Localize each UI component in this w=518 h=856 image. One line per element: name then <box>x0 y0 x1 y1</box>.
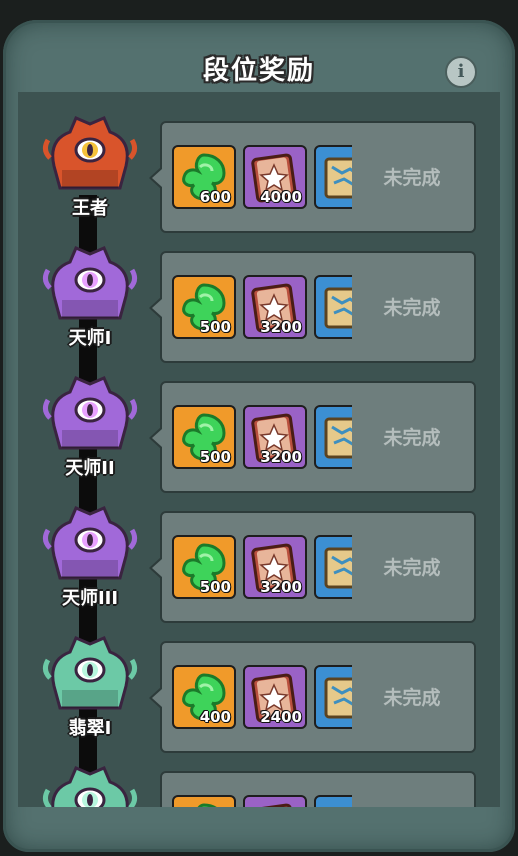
tier-row: 翡翠I 400 2400 50 未完成 <box>18 620 500 753</box>
reward-item[interactable]: 60 <box>314 405 352 469</box>
reward-quantity: 3200 <box>260 448 302 466</box>
completion-status: 未完成 <box>383 167 441 189</box>
reward-items[interactable]: 400 2400 50 <box>172 665 352 731</box>
reward-quantity: 3200 <box>260 578 302 596</box>
reward-item[interactable]: 3200 <box>243 405 307 469</box>
rank-name: 天师I <box>68 328 112 349</box>
reward-item[interactable]: 2400 <box>243 665 307 729</box>
rank-badge-icon <box>40 760 140 807</box>
tier-row: 天师II 500 3200 60 未完成 <box>18 360 500 493</box>
reward-item[interactable]: 4000 <box>243 145 307 209</box>
reward-item[interactable]: 70 <box>314 145 352 209</box>
tier-row: 天师III 500 3200 60 未完成 <box>18 490 500 623</box>
rank-name: 天师II <box>65 458 115 479</box>
reward-quantity: 3200 <box>260 318 302 336</box>
reward-items[interactable]: 500 3200 60 <box>172 535 352 601</box>
reward-item[interactable]: 600 <box>172 145 236 209</box>
rank-badge-icon: 王者 <box>40 110 140 220</box>
card-pointer <box>149 167 162 189</box>
reward-quantity: 500 <box>199 578 231 596</box>
rank-name: 王者 <box>72 198 108 219</box>
reward-quantity: 2400 <box>260 708 302 726</box>
tier-row: 天师I 500 3200 60 未完成 <box>18 230 500 363</box>
reward-items[interactable] <box>172 795 352 807</box>
reward-card: 500 3200 60 未完成 <box>149 511 476 623</box>
reward-quantity: 4000 <box>260 188 302 206</box>
reward-card <box>160 771 476 807</box>
reward-item[interactable]: 60 <box>314 275 352 339</box>
reward-item[interactable]: 3200 <box>243 535 307 599</box>
tier-row <box>18 750 500 807</box>
reward-card: 500 3200 60 未完成 <box>149 381 476 493</box>
reward-item[interactable]: 50 <box>314 665 352 729</box>
reward-item[interactable]: 3200 <box>243 275 307 339</box>
completion-status: 未完成 <box>383 297 441 319</box>
reward-items[interactable]: 600 4000 70 <box>172 145 352 211</box>
reward-items[interactable]: 500 3200 60 <box>172 405 352 471</box>
reward-item[interactable]: 500 <box>172 275 236 339</box>
reward-item[interactable] <box>314 795 352 807</box>
info-icon: i <box>457 61 465 82</box>
rank-name: 翡翠I <box>68 718 112 739</box>
reward-item[interactable] <box>243 795 307 807</box>
rank-badge-icon: 天师I <box>40 240 140 350</box>
reward-quantity: 600 <box>199 188 231 206</box>
reward-item[interactable]: 500 <box>172 405 236 469</box>
completion-status: 未完成 <box>383 557 441 579</box>
completion-status: 未完成 <box>383 427 441 449</box>
rank-badge-icon: 翡翠I <box>40 630 140 740</box>
reward-item[interactable]: 60 <box>314 535 352 599</box>
card-pointer <box>149 687 162 709</box>
tier-row: 王者 600 4000 70 未完成 <box>18 100 500 233</box>
card-pointer <box>149 297 162 319</box>
reward-item[interactable]: 400 <box>172 665 236 729</box>
card-pointer <box>149 557 162 579</box>
reward-items[interactable]: 500 3200 60 <box>172 275 352 341</box>
rank-badge-icon: 天师II <box>40 370 140 480</box>
rank-badge-icon: 天师III <box>40 500 140 610</box>
reward-item[interactable]: 500 <box>172 535 236 599</box>
completion-status: 未完成 <box>383 687 441 709</box>
reward-quantity: 500 <box>199 448 231 466</box>
panel-title: 段位奖励 <box>202 56 315 86</box>
info-button[interactable]: i <box>445 56 477 88</box>
reward-card: 600 4000 70 未完成 <box>149 121 476 233</box>
reward-quantity: 400 <box>199 708 231 726</box>
reward-item[interactable] <box>172 795 236 807</box>
reward-card: 400 2400 50 未完成 <box>149 641 476 753</box>
card-pointer <box>149 427 162 449</box>
tier-reward-list[interactable]: 王者600400070未完成天师I500320060未完成天师II5003200… <box>18 100 500 807</box>
rank-name: 天师III <box>61 588 119 609</box>
reward-quantity: 500 <box>199 318 231 336</box>
reward-card: 500 3200 60 未完成 <box>149 251 476 363</box>
